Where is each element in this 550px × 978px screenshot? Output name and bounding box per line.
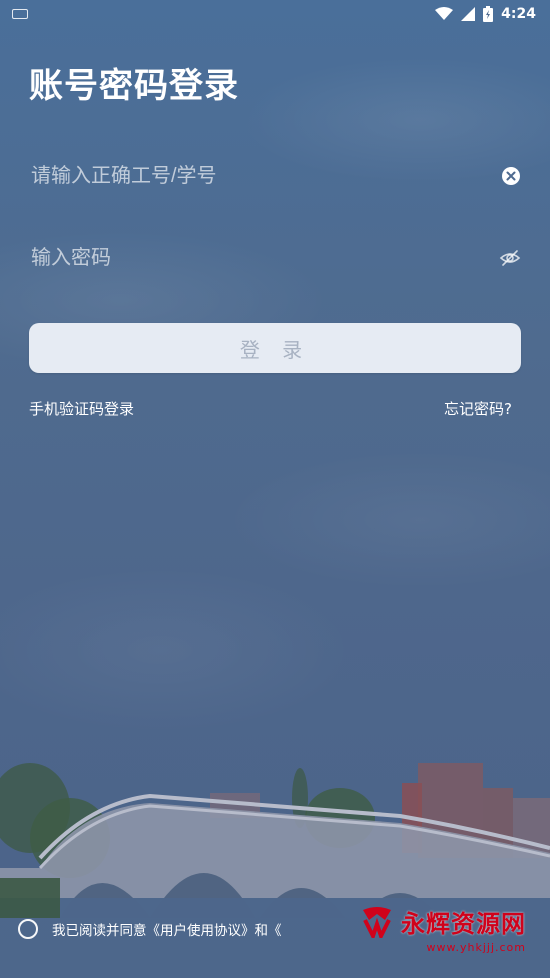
- watermark-url: www.yhkjjj.com: [426, 941, 526, 954]
- page-title: 账号密码登录: [29, 66, 239, 106]
- login-button[interactable]: 登 录: [29, 323, 521, 373]
- username-input[interactable]: [29, 163, 501, 189]
- clear-input-icon[interactable]: [500, 165, 521, 187]
- password-input[interactable]: [29, 245, 499, 271]
- keyboard-icon: [12, 9, 28, 19]
- status-bar: 4:24: [0, 0, 550, 28]
- battery-icon: [483, 6, 494, 22]
- username-field-row: [29, 156, 521, 196]
- wifi-icon: [435, 7, 454, 20]
- status-time: 4:24: [501, 6, 536, 22]
- agreement-radio[interactable]: [18, 919, 38, 939]
- login-links: 手机验证码登录 忘记密码?: [29, 398, 512, 419]
- sms-login-link[interactable]: 手机验证码登录: [29, 398, 134, 419]
- watermark-text: 永辉资源网: [401, 910, 526, 938]
- password-field-row: [29, 238, 521, 278]
- agreement-text: 我已阅读并同意《用户使用协议》和《: [52, 923, 282, 939]
- watermark-row: 永辉资源网: [359, 904, 526, 939]
- watermark: 永辉资源网 www.yhkjjj.com: [359, 904, 526, 954]
- status-left: [12, 9, 28, 19]
- status-right: 4:24: [435, 6, 536, 22]
- forgot-password-link[interactable]: 忘记密码?: [444, 398, 512, 419]
- eye-hidden-icon[interactable]: [499, 247, 521, 269]
- signal-icon: [461, 7, 476, 21]
- watermark-logo-icon: [363, 906, 391, 938]
